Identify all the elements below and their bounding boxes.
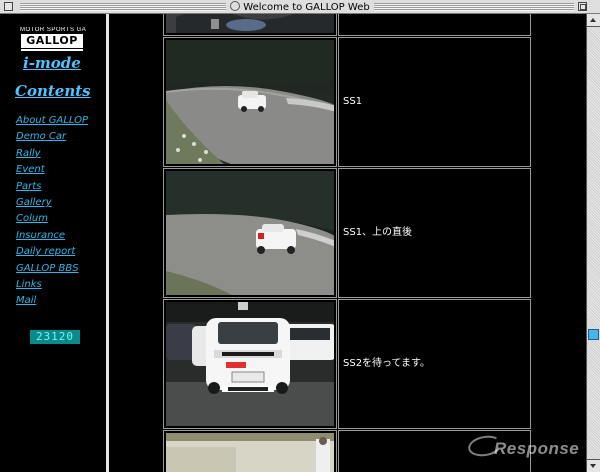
sidebar-frame: MOTOR SPORTS GALLOP GALLOP i-mode Conten… (0, 14, 106, 472)
table-row: SS2を待ってます。 (163, 299, 531, 429)
scroll-up-arrow-icon[interactable] (587, 14, 600, 27)
photo-cell (163, 299, 337, 429)
watermark-text: Response (494, 439, 580, 458)
nav-link-colum[interactable]: Colum (16, 212, 88, 228)
table-row: SS1 (163, 37, 531, 167)
rally-photo-ss1[interactable] (166, 40, 334, 164)
response-watermark: Response (466, 432, 586, 466)
table-row (163, 14, 531, 36)
rally-photo-ss1-straight[interactable] (166, 171, 334, 295)
photo-cell (163, 14, 337, 36)
nav-link-demo-car[interactable]: Demo Car (16, 130, 88, 146)
window-title-bar[interactable]: Welcome to GALLOP Web Site (0, 0, 600, 25)
logo-tagline: MOTOR SPORTS GALLOP (20, 27, 86, 33)
photo-cell (163, 430, 337, 472)
vertical-scrollbar[interactable] (586, 14, 600, 472)
photo-cell (163, 168, 337, 298)
nav-link-mail[interactable]: Mail (16, 294, 88, 310)
photo-caption: SS2を待ってます。 (343, 358, 431, 369)
scroll-track[interactable] (587, 27, 600, 459)
rally-photo-top[interactable] (166, 14, 334, 33)
nav-link-links[interactable]: Links (16, 278, 88, 294)
nav-link-bbs[interactable]: GALLOP BBS (16, 262, 88, 278)
nav-link-insurance[interactable]: Insurance (16, 229, 88, 245)
photo-caption: SS1 (343, 96, 363, 107)
photo-cell (163, 37, 337, 167)
nav-link-about[interactable]: About GALLOP (16, 114, 88, 130)
title-bar-stripes-right (374, 3, 574, 11)
nav-link-rally[interactable]: Rally (16, 147, 88, 163)
logo-brand: GALLOP (21, 34, 83, 48)
window-title: Welcome to GALLOP Web Site (228, 1, 372, 25)
table-row: SS1、上の直後 (163, 168, 531, 298)
visitor-counter: 23120 (30, 330, 80, 344)
nav-link-daily-report[interactable]: Daily report (16, 245, 88, 261)
title-bar-stripes-left (20, 3, 226, 11)
contents-heading[interactable]: Contents (15, 82, 91, 100)
logo-underline (21, 49, 83, 51)
scroll-down-arrow-icon[interactable] (587, 459, 600, 472)
nav-link-gallery[interactable]: Gallery (16, 196, 88, 212)
scroll-thumb[interactable] (588, 329, 599, 340)
main-frame: SS1 SS1、上の直後 SS2を待ってます。 (109, 14, 586, 472)
rally-photo-ss2-waiting[interactable] (166, 302, 334, 426)
close-box[interactable] (4, 2, 13, 11)
nav-link-event[interactable]: Event (16, 163, 88, 179)
nav-list: About GALLOP Demo Car Rally Event Parts … (16, 114, 88, 311)
nav-link-parts[interactable]: Parts (16, 180, 88, 196)
caption-cell: SS2を待ってます。 (338, 299, 531, 429)
photo-caption: SS1、上の直後 (343, 227, 413, 238)
caption-cell (338, 14, 531, 36)
rally-photo-bottom[interactable] (166, 433, 334, 472)
web-icon (230, 1, 241, 11)
imode-link[interactable]: i-mode (23, 54, 81, 72)
caption-cell: SS1、上の直後 (338, 168, 531, 298)
caption-cell: SS1 (338, 37, 531, 167)
zoom-box[interactable] (578, 2, 587, 11)
